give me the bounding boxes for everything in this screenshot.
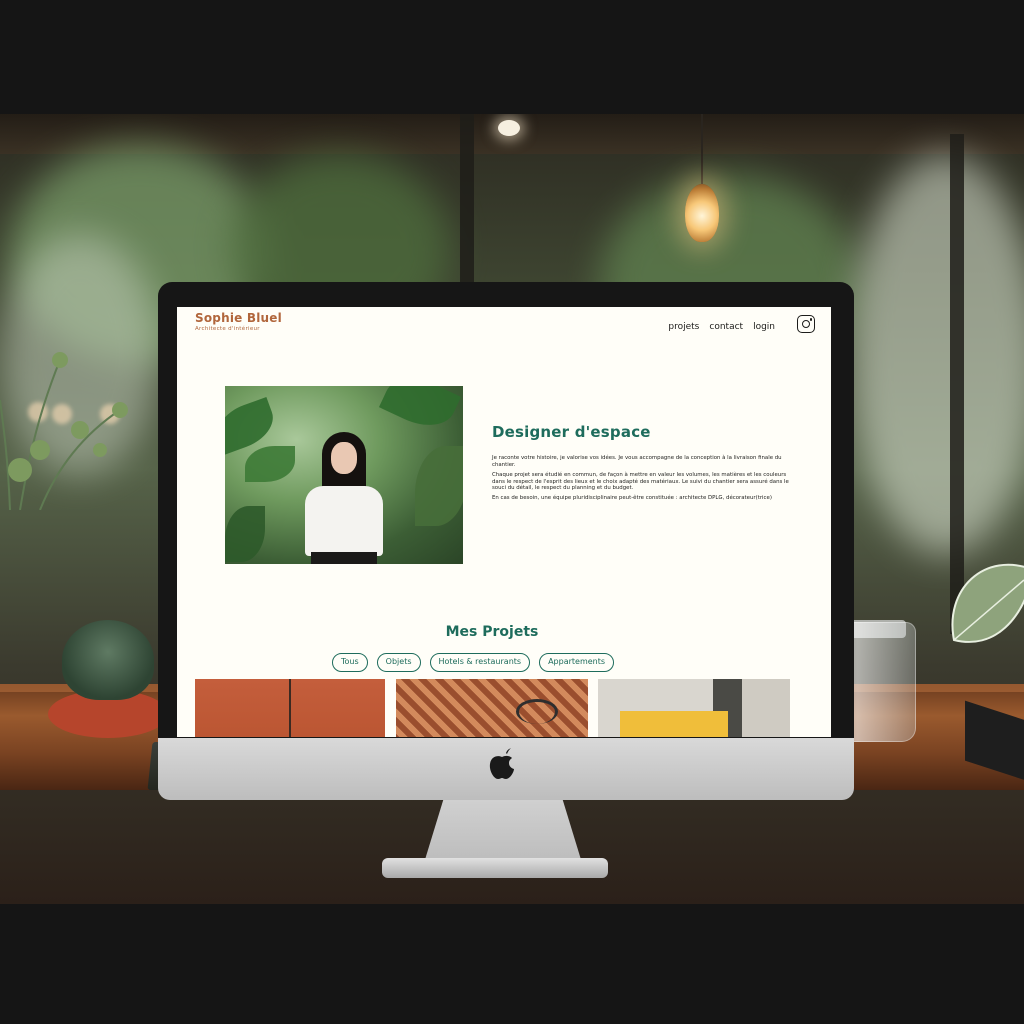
filter-objets[interactable]: Objets — [376, 653, 421, 672]
nav-projets[interactable]: projets — [668, 322, 699, 332]
leaf — [225, 506, 265, 562]
project-gallery — [195, 679, 790, 737]
window-post — [460, 114, 474, 294]
portrait-photo — [225, 386, 463, 564]
main-nav: projets contact login — [668, 322, 775, 332]
plant-right — [951, 563, 1024, 643]
imac-stand-base — [382, 858, 608, 878]
project-thumbnail[interactable] — [396, 679, 588, 737]
filter-appartements[interactable]: Appartements — [539, 653, 615, 672]
light-bulb — [685, 184, 719, 242]
instagram-icon[interactable] — [797, 315, 815, 333]
project-thumbnail[interactable] — [598, 679, 790, 737]
project-thumbnail[interactable] — [195, 679, 385, 737]
screen-website: Sophie Bluel Architecte d'intérieur proj… — [177, 307, 831, 737]
person-shirt — [305, 486, 383, 556]
filter-tous[interactable]: Tous — [332, 653, 368, 672]
filter-hotels-restaurants[interactable]: Hotels & restaurants — [429, 653, 531, 672]
nav-login[interactable]: login — [753, 322, 775, 332]
lamp-cord — [701, 114, 703, 184]
site-logo[interactable]: Sophie Bluel — [195, 311, 282, 325]
ceiling-light — [498, 120, 520, 136]
project-filters: Tous Objets Hotels & restaurants Apparte… — [332, 653, 615, 672]
person-face — [331, 442, 357, 474]
about-title: Designer d'espace — [492, 423, 651, 441]
leaf — [378, 386, 462, 437]
leaf — [245, 446, 295, 482]
plant-left — [0, 352, 128, 510]
leaf — [415, 446, 463, 526]
site-logo-subtitle: Architecte d'intérieur — [195, 326, 260, 332]
about-section: Designer d'espace Je raconte votre histo… — [492, 423, 792, 502]
nav-contact[interactable]: contact — [709, 322, 743, 332]
about-paragraph: Je raconte votre histoire, je valorise v… — [492, 455, 782, 468]
person-skirt — [311, 552, 377, 564]
projects-title: Mes Projets — [445, 624, 539, 640]
apple-icon — [489, 748, 514, 779]
succulent — [62, 620, 154, 700]
about-paragraph: Chaque projet sera étudié en commun, de … — [492, 472, 789, 492]
about-paragraph: En cas de besoin, une équipe pluridiscip… — [492, 494, 772, 501]
window-light — [850, 154, 1024, 554]
site-header: Sophie Bluel Architecte d'intérieur proj… — [195, 311, 815, 341]
